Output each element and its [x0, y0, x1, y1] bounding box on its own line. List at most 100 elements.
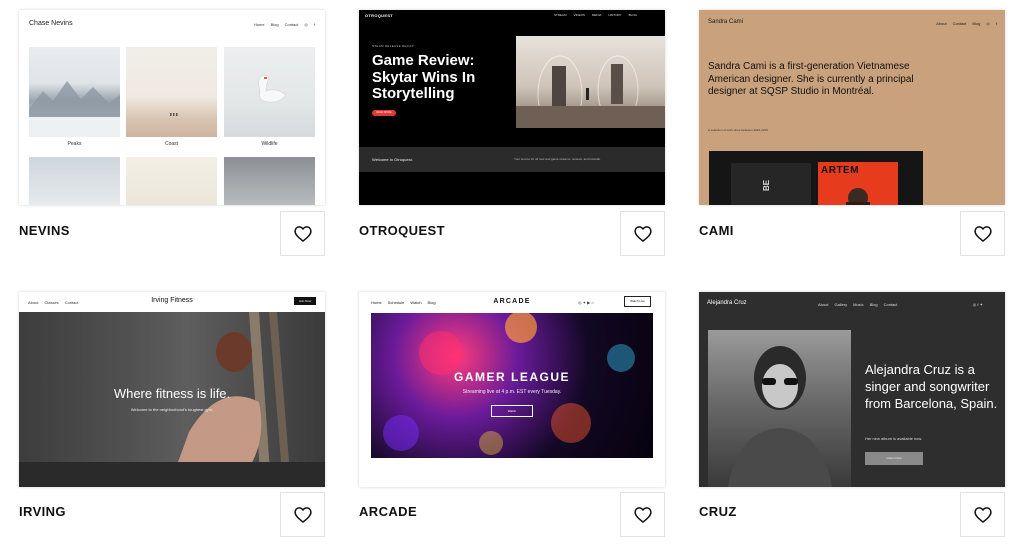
- favorite-button[interactable]: [960, 492, 1005, 537]
- preview-join-button: Join Now: [294, 297, 316, 305]
- facebook-icon: f: [977, 302, 979, 307]
- preview-cta-button: READ MORE: [372, 110, 396, 116]
- template-card-cruz[interactable]: Alejandra Cruz About Gallery Music Blog …: [699, 292, 1005, 538]
- portrait-illustration: [728, 346, 832, 487]
- heart-icon: [293, 506, 312, 523]
- youtube-icon: ▶: [587, 300, 591, 305]
- preview-tile: [29, 157, 120, 205]
- preview-nav-item: Contact: [952, 21, 967, 26]
- preview-nav: STREAM VIDEOS MEDIA HISTORY BLOG: [554, 13, 637, 18]
- preview-tile: [126, 157, 217, 205]
- template-name: ARCADE: [359, 504, 418, 519]
- instagram-icon: ◎: [304, 22, 308, 27]
- heart-icon: [633, 225, 652, 242]
- preview-nav-item: About: [936, 21, 947, 26]
- favorite-button[interactable]: [620, 492, 665, 537]
- mountain-illustration: [29, 81, 120, 137]
- preview-headline: Game Review: Skytar Wins In Storytelling: [372, 52, 476, 102]
- preview-nav-item: Blog: [869, 302, 878, 307]
- heart-icon: [973, 506, 992, 523]
- preview-nav-item: VIDEOS: [573, 13, 585, 17]
- preview-hero-image: [516, 36, 665, 128]
- facebook-icon: f: [313, 22, 315, 27]
- preview-bio: Alejandra Cruz is a singer and songwrite…: [865, 362, 998, 411]
- preview-hero-button: Watch: [491, 405, 533, 417]
- template-preview-cruz[interactable]: Alejandra Cruz About Gallery Music Blog …: [699, 292, 1005, 487]
- preview-nav: Home Blog Contact ◎ f: [254, 22, 315, 27]
- preview-kicker: STEAM RELEASE RECAP: [372, 44, 414, 48]
- figures-illustration: [170, 113, 178, 116]
- twitter-icon: ✦: [582, 300, 586, 305]
- preview-nav-item: MEDIA: [591, 13, 602, 17]
- template-name: NEVINS: [19, 223, 70, 238]
- favorite-button[interactable]: [280, 492, 325, 537]
- template-preview-arcade[interactable]: Home Schedule Watch Blog ARCADE ◎ ✦ ▶ ⌂ …: [359, 292, 665, 487]
- preview-nav-item: Blog: [972, 21, 981, 26]
- favorite-button[interactable]: [620, 211, 665, 256]
- preview-tile-caption: Coast: [164, 141, 179, 147]
- preview-nav-item: BLOG: [628, 13, 637, 17]
- preview-tile-peaks: [29, 47, 120, 137]
- preview-subtitle: Her new album is available now.: [865, 436, 923, 441]
- preview-tile-caption: Peaks: [67, 141, 82, 147]
- preview-logo: Chase Nevins: [29, 20, 73, 27]
- template-preview-otroquest[interactable]: OTROQUEST STREAM VIDEOS MEDIA HISTORY BL…: [359, 10, 665, 205]
- template-name: OTROQUEST: [359, 223, 445, 238]
- preview-nav-item: Blog: [270, 22, 279, 27]
- preview-tile-wildlife: [224, 47, 315, 137]
- template-card-nevins[interactable]: Chase Nevins Home Blog Contact ◎ f Peaks…: [19, 10, 325, 256]
- domes-illustration: [516, 55, 665, 128]
- preview-bio: Sandra Cami is a first-generation Vietna…: [708, 61, 914, 97]
- preview-band-text: Your source for all new and game streams…: [514, 157, 601, 161]
- preview-hero-subtitle: Welcome to the neighborhood's toughest g…: [130, 407, 214, 412]
- template-name: CAMI: [699, 223, 734, 238]
- svg-text:BE: BE: [762, 179, 771, 191]
- template-preview-nevins[interactable]: Chase Nevins Home Blog Contact ◎ f Peaks…: [19, 10, 325, 205]
- preview-logo: OTROQUEST: [365, 13, 394, 18]
- instagram-icon: ◎: [986, 21, 990, 26]
- twitter-icon: ✦: [979, 302, 983, 307]
- preview-nav-item: Contact: [284, 22, 299, 27]
- heart-icon: [973, 225, 992, 242]
- social-icons: ◎ f ✦: [973, 302, 983, 307]
- preview-tile: [224, 157, 315, 205]
- preview-nav-item: HISTORY: [608, 13, 622, 17]
- template-name: CRUZ: [699, 504, 737, 519]
- social-icons: ◎ ✦ ▶ ⌂: [578, 300, 594, 305]
- preview-watch-button: Watch Live: [624, 296, 651, 307]
- heart-icon: [633, 506, 652, 523]
- swan-illustration: [258, 74, 287, 103]
- preview-logo: Sandra Cami: [708, 19, 744, 25]
- preview-hero-title: GAMER LEAGUE: [453, 370, 570, 384]
- preview-portrait-image: [708, 330, 851, 487]
- preview-band-title: Welcome to Otroquest.: [372, 157, 413, 162]
- preview-logo: ARCADE: [493, 298, 531, 305]
- template-card-otroquest[interactable]: OTROQUEST STREAM VIDEOS MEDIA HISTORY BL…: [359, 10, 665, 256]
- preview-nav: About Gallery Music Blog Contact: [818, 302, 897, 307]
- cart-icon: ⌂: [591, 300, 594, 305]
- preview-tile-caption: Wildlife: [261, 141, 278, 147]
- template-card-cami[interactable]: Sandra Cami About Contact Blog ◎ f Sandr…: [699, 10, 1005, 256]
- preview-nav-item: Home: [253, 22, 265, 27]
- preview-hero-title: Where fitness is life.: [113, 386, 231, 401]
- preview-nav: About Contact Blog ◎ f: [936, 21, 997, 26]
- preview-nav-item: Music: [853, 302, 864, 307]
- favorite-button[interactable]: [960, 211, 1005, 256]
- preview-nav-item: About: [818, 302, 829, 307]
- heart-icon: [293, 225, 312, 242]
- preview-nav-item: Gallery: [834, 302, 848, 307]
- preview-tile-coast: [126, 47, 217, 137]
- template-preview-irving[interactable]: About Classes Contact Irving Fitness Joi…: [19, 292, 325, 487]
- favorite-button[interactable]: [280, 211, 325, 256]
- facebook-icon: f: [995, 21, 997, 26]
- preview-poster-text: ARTEM: [821, 165, 860, 176]
- template-card-irving[interactable]: About Classes Contact Irving Fitness Joi…: [19, 292, 325, 538]
- preview-nav-item: STREAM: [554, 13, 567, 17]
- neon-lights-illustration: [383, 313, 635, 455]
- template-preview-cami[interactable]: Sandra Cami About Contact Blog ◎ f Sandr…: [699, 10, 1005, 205]
- preview-logo: Irving Fitness: [151, 297, 193, 304]
- template-name: IRVING: [19, 504, 66, 519]
- template-card-arcade[interactable]: Home Schedule Watch Blog ARCADE ◎ ✦ ▶ ⌂ …: [359, 292, 665, 538]
- instagram-icon: ◎: [972, 302, 977, 307]
- preview-note: A selection of work done between 2012-20…: [708, 128, 768, 132]
